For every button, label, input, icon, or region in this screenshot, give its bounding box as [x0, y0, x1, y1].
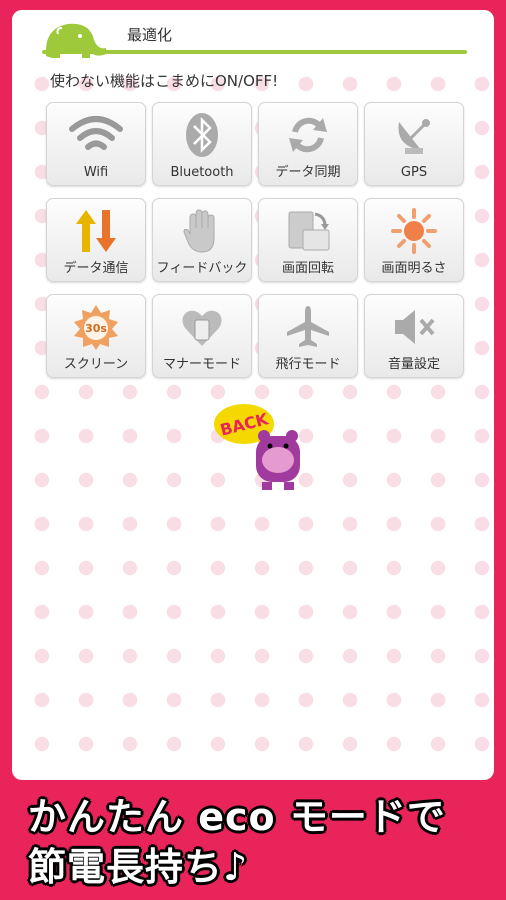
data-arrows-icon [76, 210, 116, 252]
feedback-toggle[interactable]: フィードバック [152, 198, 252, 282]
gps-toggle[interactable]: GPS [364, 102, 464, 186]
instruction-text: 使わない機能はこまめにON/OFF! [50, 72, 279, 90]
banner-line-1: かんたん eco モードで [28, 795, 446, 839]
volume-settings-toggle[interactable]: 音量設定 [364, 294, 464, 378]
header-divider [42, 50, 467, 54]
tile-label: フィードバック [156, 261, 248, 276]
wifi-toggle[interactable]: Wifi [46, 102, 146, 186]
data-sync-toggle[interactable]: データ同期 [258, 102, 358, 186]
elephant-logo-icon [45, 23, 106, 58]
tile-label: Bluetooth [170, 165, 234, 180]
tile-label: 飛行モード [275, 357, 341, 372]
manner-mode-toggle[interactable]: マナーモード [152, 294, 252, 378]
tile-label: GPS [400, 165, 428, 180]
wifi-icon [69, 116, 123, 150]
airplane-icon [287, 306, 329, 347]
sun-icon [391, 208, 437, 254]
manner-mode-icon [182, 310, 222, 346]
brightness-toggle[interactable]: 画面明るさ [364, 198, 464, 282]
airplane-mode-toggle[interactable]: 飛行モード [258, 294, 358, 378]
screen-rotation-toggle[interactable]: 画面回転 [258, 198, 358, 282]
speaker-mute-icon [395, 310, 435, 344]
tile-label: 音量設定 [387, 357, 440, 372]
tile-label: 画面明るさ [381, 261, 447, 276]
tile-label: マナーモード [162, 357, 241, 372]
promo-banner: かんたん eco モードで 節電長持ち♪ [0, 764, 506, 900]
hand-icon [183, 209, 215, 253]
sync-icon [289, 117, 327, 153]
banner-line-2: 節電長持ち♪ [28, 845, 249, 889]
tile-label: Wifi [83, 165, 109, 180]
timeout-30s-icon: 30s [74, 305, 118, 350]
header: 最適化 [12, 10, 494, 72]
satellite-dish-icon [398, 119, 430, 154]
screen-timeout-toggle[interactable]: 30s スクリーン [46, 294, 146, 378]
page-title: 最適化 [127, 26, 173, 44]
tile-label: スクリーン [63, 357, 129, 372]
back-button[interactable]: BACK [212, 398, 322, 498]
main-panel: 最適化 使わない機能はこまめにON/OFF! Wifi Bluetooth デー… [12, 10, 494, 780]
tile-label: データ同期 [275, 165, 341, 180]
hippo-mascot-icon [256, 430, 300, 490]
bluetooth-icon [186, 113, 218, 157]
bluetooth-toggle[interactable]: Bluetooth [152, 102, 252, 186]
rotate-screen-icon [288, 211, 330, 251]
tile-label: データ通信 [63, 261, 129, 276]
data-connection-toggle[interactable]: データ通信 [46, 198, 146, 282]
tile-label: 画面回転 [281, 261, 334, 276]
timeout-badge: 30s [85, 322, 107, 335]
